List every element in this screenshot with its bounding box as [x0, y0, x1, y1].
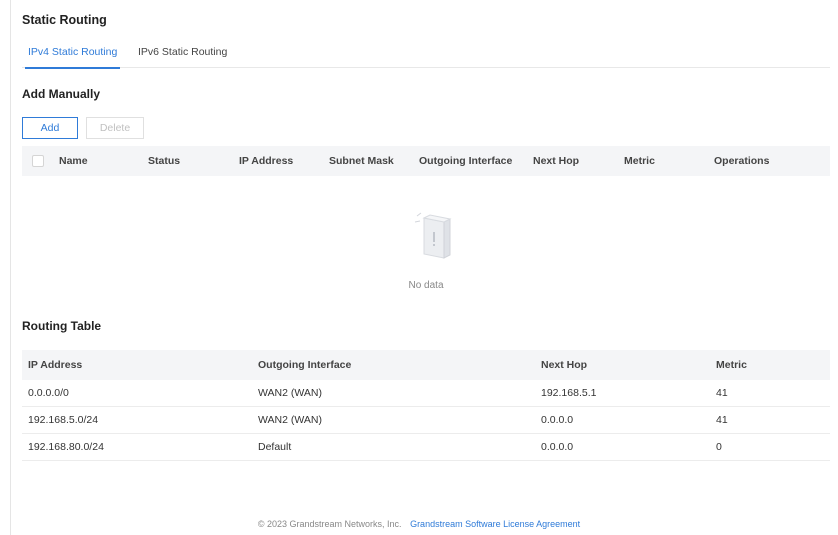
- column-header-operations: Operations: [714, 155, 770, 167]
- left-border: [10, 0, 11, 535]
- column-header-name: Name: [59, 155, 88, 167]
- cell-ip-address: 192.168.80.0/24: [28, 441, 104, 453]
- cell-next-hop: 0.0.0.0: [541, 441, 574, 453]
- column-header-ip-address: IP Address: [239, 155, 294, 167]
- column-header-next-hop: Next Hop: [533, 155, 580, 167]
- license-agreement-link[interactable]: Grandstream Software License Agreement: [410, 519, 580, 529]
- tab-ipv6-static-routing[interactable]: IPv6 Static Routing: [138, 46, 227, 68]
- copyright-text: © 2023 Grandstream Networks, Inc.: [257, 519, 402, 529]
- column-header-outgoing-interface: Outgoing Interface: [419, 155, 513, 167]
- routing-tabs: IPv4 Static Routing IPv6 Static Routing: [22, 46, 830, 69]
- tab-ipv4-static-routing[interactable]: IPv4 Static Routing: [24, 46, 121, 69]
- cell-next-hop: 192.168.5.1: [541, 387, 597, 399]
- column-header-metric: Metric: [624, 155, 655, 167]
- cell-metric: 0: [716, 441, 722, 453]
- column-header-outgoing-interface: Outgoing Interface: [258, 359, 352, 371]
- cell-metric: 41: [716, 414, 728, 426]
- select-all-checkbox[interactable]: [32, 155, 44, 167]
- page-title: Static Routing: [22, 13, 107, 27]
- table-row: 192.168.5.0/24 WAN2 (WAN) 0.0.0.0 41: [22, 407, 830, 434]
- empty-box-icon: [414, 212, 452, 259]
- table-row: 0.0.0.0/0 WAN2 (WAN) 192.168.5.1 41: [22, 380, 830, 407]
- cell-outgoing-interface: Default: [258, 441, 292, 453]
- cell-ip-address: 192.168.5.0/24: [28, 414, 99, 426]
- static-routes-table-header: Name Status IP Address Subnet Mask Outgo…: [22, 146, 830, 176]
- column-header-metric: Metric: [716, 359, 747, 371]
- cell-ip-address: 0.0.0.0/0: [28, 387, 69, 399]
- column-header-next-hop: Next Hop: [541, 359, 588, 371]
- cell-metric: 41: [716, 387, 728, 399]
- routing-table-header: IP Address Outgoing Interface Next Hop M…: [22, 350, 830, 380]
- column-header-status: Status: [148, 155, 181, 167]
- cell-outgoing-interface: WAN2 (WAN): [258, 387, 322, 399]
- footer: © 2023 Grandstream Networks, Inc. Grands…: [0, 519, 838, 529]
- routing-table-title: Routing Table: [22, 319, 102, 333]
- delete-button[interactable]: Delete: [86, 117, 144, 139]
- column-header-subnet-mask: Subnet Mask: [329, 155, 394, 167]
- cell-next-hop: 0.0.0.0: [541, 414, 574, 426]
- empty-state: No data: [22, 176, 830, 300]
- cell-outgoing-interface: WAN2 (WAN): [258, 414, 322, 426]
- column-header-ip-address: IP Address: [28, 359, 83, 371]
- table-row: 192.168.80.0/24 Default 0.0.0.0 0: [22, 434, 830, 461]
- empty-state-text: No data: [408, 280, 444, 291]
- add-manually-title: Add Manually: [22, 87, 101, 101]
- add-button[interactable]: Add: [22, 117, 78, 139]
